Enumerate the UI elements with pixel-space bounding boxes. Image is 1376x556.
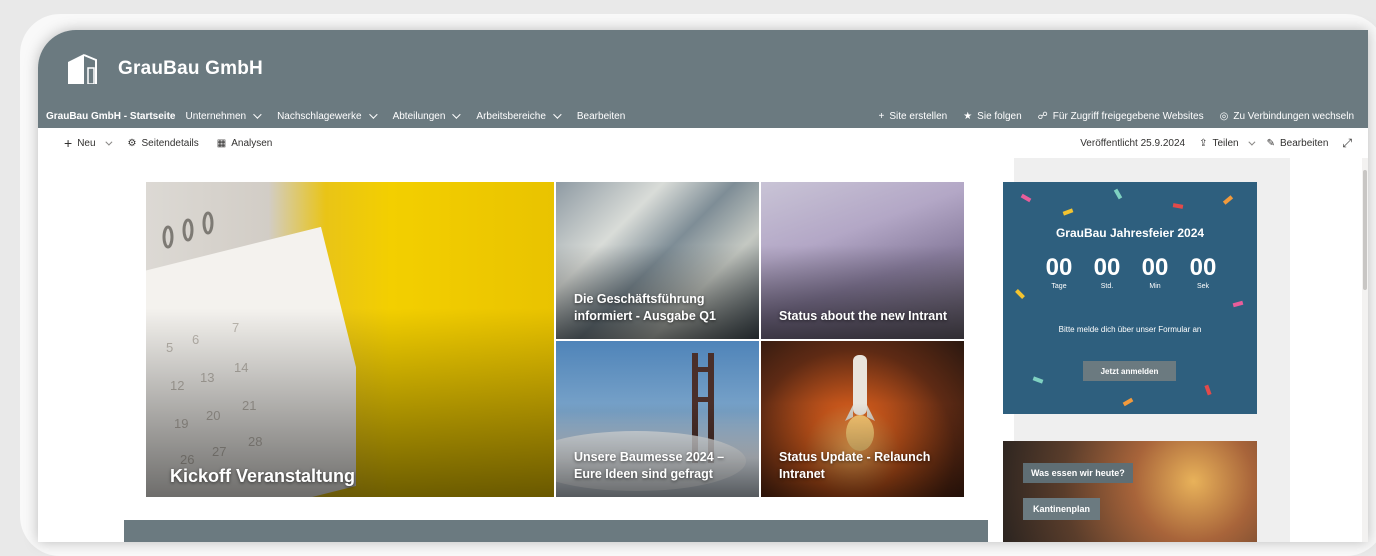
chevron-down-icon [1248,138,1256,146]
header-actions: + Site erstellen ★ Sie folgen ☍ Für Zugriff… [879,104,1354,128]
countdown: 00 Tage 00 Std. 00 Min 00 Sek [1039,254,1223,290]
confetti [1062,208,1074,216]
edit-page-label: Bearbeiten [1280,137,1329,149]
nav-nachschlagewerke[interactable]: Nachschlagewerke [277,110,378,122]
confetti [1232,300,1244,308]
shared-sites-button[interactable]: ☍ Für Zugriff freigegebene Websites [1038,111,1204,122]
create-site-label: Site erstellen [889,110,948,122]
countdown-value: 00 [1141,254,1169,281]
page-details-label: Seitendetails [141,137,199,149]
command-bar-right: Veröffentlicht 25.9.2024 ⇪ Teilen ✎ Bearbe… [1080,128,1352,158]
event-countdown-card: GrauBau Jahresfeier 2024 00 Tage 00 Std. 0… [1003,182,1257,414]
site-title: GrauBau GmbH [118,58,263,79]
countdown-label: Min [1149,283,1161,290]
nav-label: Nachschlagewerke [277,110,362,122]
countdown-seconds: 00 Sek [1183,254,1223,290]
nav-label: Unternehmen [185,110,247,122]
chevron-down-icon [452,110,462,119]
sharepoint-window: GrauBau GmbH GrauBau GmbH - Startseite U… [38,30,1368,542]
scrollbar-thumb[interactable] [1363,170,1367,290]
site-header: GrauBau GmbH GrauBau GmbH - Startseite U… [38,30,1368,128]
hero-tile-relaunch[interactable]: Status Update - Relaunch Intranet [761,341,964,497]
share-button[interactable]: ⇪ Teilen [1199,137,1256,149]
people-icon: ☍ [1037,110,1048,122]
nav-abteilungen[interactable]: Abteilungen [392,110,462,122]
new-button[interactable]: + Neu [64,135,112,151]
chevron-down-icon [368,110,378,119]
hero-tile-newsletter[interactable]: Die Geschäftsführung informiert - Ausgab… [556,182,759,339]
canteen-card: Was essen wir heute? Kantinenplan [1003,441,1257,542]
follow-label: Sie folgen [977,110,1022,122]
nav-label: Abteilungen [392,110,446,122]
canteen-question: Was essen wir heute? [1023,463,1133,483]
confetti [1222,195,1234,205]
event-note: Bitte melde dich über unser Formular an [1058,325,1202,334]
house-logo-icon [68,54,97,84]
nav-unternehmen[interactable]: Unternehmen [185,110,262,122]
confetti [1122,397,1134,407]
confetti [1172,203,1184,209]
star-icon: ★ [963,110,973,122]
section-band [124,520,988,542]
register-button[interactable]: Jetzt anmelden [1083,361,1176,381]
plus-icon: + [64,135,73,151]
analytics-icon: ▦ [216,137,227,149]
confetti [1032,376,1044,384]
connections-icon: ◎ [1219,110,1229,122]
share-icon: ⇪ [1199,137,1208,149]
analytics-label: Analysen [231,137,273,149]
nav-arbeitsbereiche[interactable]: Arbeitsbereiche [476,110,562,122]
nav-edit[interactable]: Bearbeiten [577,111,625,122]
hero-web-part: 567 121314 192021 262728 Kickoff Veranst… [146,182,964,497]
nav-home[interactable]: GrauBau GmbH - Startseite [46,111,175,122]
chevron-down-icon [104,138,112,146]
hero-tile-title: Kickoff Veranstaltung [170,466,356,486]
share-label: Teilen [1212,137,1239,149]
create-site-button[interactable]: + Site erstellen [879,111,948,122]
nav-label: Arbeitsbereiche [476,110,546,122]
confetti [1113,188,1123,200]
countdown-label: Sek [1196,283,1210,290]
expand-icon[interactable]: ⤢ [1342,136,1352,151]
new-label: Neu [77,137,96,149]
published-status: Veröffentlicht 25.9.2024 [1080,137,1186,149]
chevron-down-icon [553,110,562,119]
analytics-button[interactable]: ▦ Analysen [217,138,273,149]
hero-tile-title: Unsere Baumesse 2024 – Eure Ideen sind g… [574,450,725,481]
gear-icon: ⚙ [127,137,137,149]
countdown-value: 00 [1045,254,1073,281]
countdown-days: 00 Tage [1039,254,1079,290]
chevron-down-icon [253,110,262,119]
hero-tile-status[interactable]: Status about the new Intrant [761,182,964,339]
hero-tile-title: Status Update - Relaunch Intranet [779,450,931,481]
canteen-plan-button[interactable]: Kantinenplan [1023,498,1101,520]
countdown-value: 00 [1189,254,1217,281]
plus-icon: + [878,110,885,122]
switch-connections-button[interactable]: ◎ Zu Verbindungen wechseln [1220,111,1354,122]
confetti [1020,193,1032,203]
page-scrollbar[interactable] [1362,158,1368,542]
hero-tile-title: Status about the new Intrant [779,309,948,323]
switch-connections-label: Zu Verbindungen wechseln [1233,110,1354,122]
countdown-hours: 00 Std. [1087,254,1127,290]
confetti [1015,289,1025,299]
command-bar: + Neu ⚙ Seitendetails ▦ Analysen Veröffentl… [38,128,1368,158]
countdown-minutes: 00 Min [1135,254,1175,290]
event-title: GrauBau Jahresfeier 2024 [1055,226,1205,240]
follow-button[interactable]: ★ Sie folgen [963,111,1021,122]
hero-tile-title: Die Geschäftsführung informiert - Ausgab… [574,292,716,323]
site-logo[interactable]: GrauBau GmbH [66,54,263,84]
countdown-label: Tage [1051,283,1067,290]
countdown-label: Std. [1100,283,1114,290]
shared-sites-label: Für Zugriff freigegebene Websites [1052,110,1204,122]
edit-page-button[interactable]: ✎ Bearbeiten [1267,138,1329,149]
hero-tile-kickoff[interactable]: 567 121314 192021 262728 Kickoff Veranst… [146,182,554,497]
page-details-button[interactable]: ⚙ Seitendetails [128,138,199,149]
hub-navigation: GrauBau GmbH - Startseite Unternehmen Na… [38,104,1368,128]
countdown-value: 00 [1093,254,1121,281]
pencil-icon: ✎ [1266,137,1276,149]
confetti [1204,384,1212,396]
hero-tile-baumesse[interactable]: Unsere Baumesse 2024 – Eure Ideen sind g… [556,341,759,497]
